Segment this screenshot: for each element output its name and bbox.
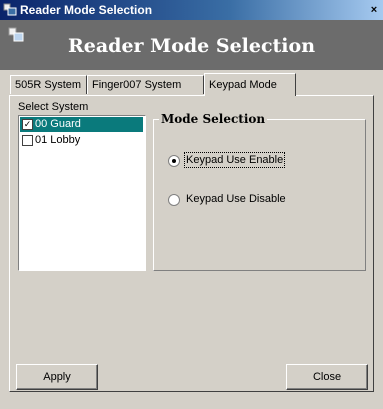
radio-label: Keypad Use Disable <box>186 193 286 205</box>
checkbox[interactable]: ✓ <box>22 119 33 130</box>
header-banner: Reader Mode Selection <box>0 20 383 70</box>
tab-505r-system[interactable]: 505R System <box>10 75 87 94</box>
tab-finger007-system[interactable]: Finger007 System <box>87 75 204 94</box>
radio-button[interactable] <box>168 155 180 167</box>
banner-title: Reader Mode Selection <box>67 35 316 57</box>
close-button[interactable]: Close <box>286 364 368 390</box>
list-item[interactable]: 01 Lobby <box>20 133 143 148</box>
mode-selection-group: Mode Selection Keypad Use Enable Keypad … <box>153 112 366 271</box>
tab-keypad-mode[interactable]: Keypad Mode <box>204 73 296 96</box>
list-item[interactable]: ✓ 00 Guard <box>20 117 143 132</box>
list-item-label: 01 Lobby <box>35 134 81 146</box>
window-title: Reader Mode Selection <box>20 3 153 17</box>
radio-button[interactable] <box>168 194 180 206</box>
tab-panel: Select System ✓ 00 Guard 01 Lobby Mode S… <box>9 95 374 392</box>
checkbox[interactable] <box>22 135 33 146</box>
radio-dot-icon <box>172 159 176 163</box>
radio-label: Keypad Use Enable <box>183 152 286 168</box>
apply-button[interactable]: Apply <box>16 364 98 390</box>
close-icon[interactable]: × <box>367 3 381 17</box>
mode-selection-title: Mode Selection <box>159 112 268 126</box>
list-item-label: 00 Guard <box>35 118 81 130</box>
select-system-label: Select System <box>18 101 89 113</box>
app-icon <box>3 3 17 16</box>
system-list[interactable]: ✓ 00 Guard 01 Lobby <box>18 115 146 271</box>
title-bar[interactable]: Reader Mode Selection × <box>0 0 383 20</box>
